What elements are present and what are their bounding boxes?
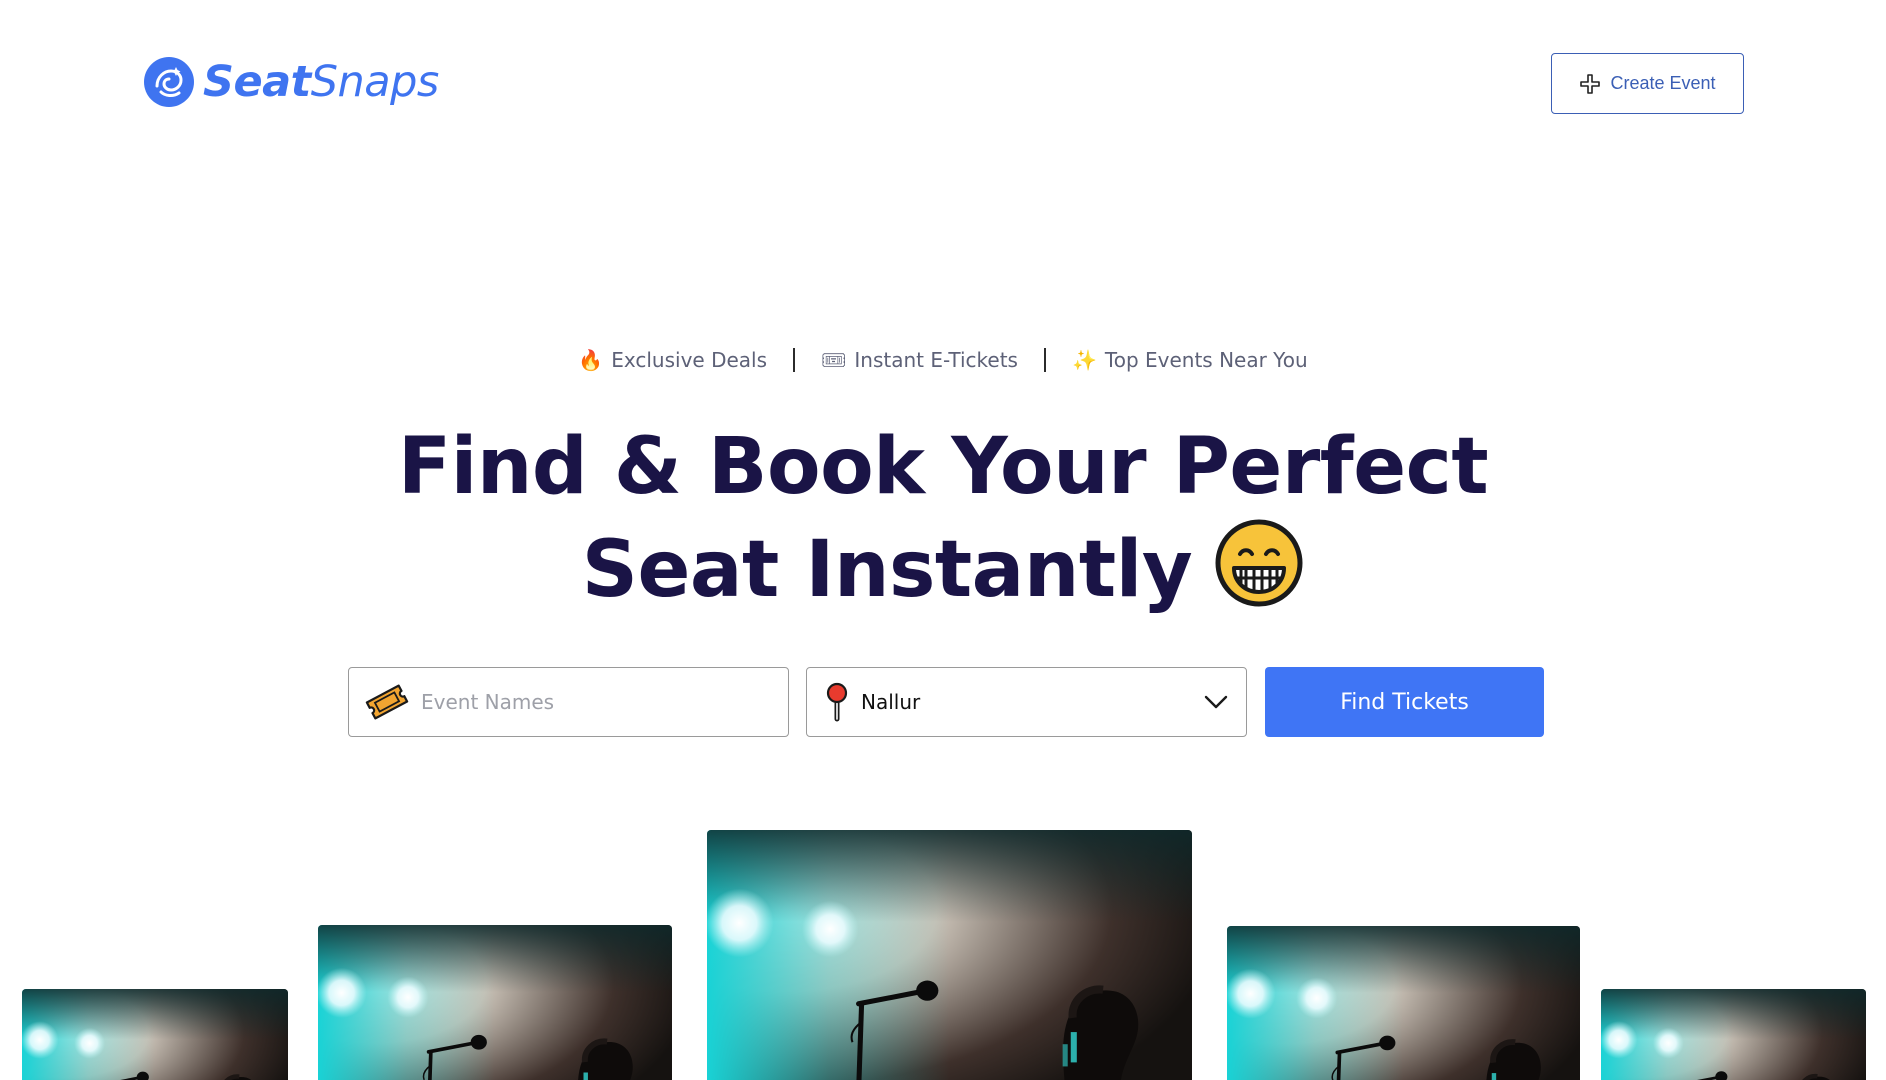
hero-heading-line-2: Seat Instantly <box>581 525 1193 615</box>
plus-icon <box>1580 73 1601 94</box>
event-card-image[interactable] <box>318 925 672 1080</box>
hero-heading-line-1: Find & Book Your Perfect <box>397 422 1489 512</box>
ticket-icon <box>365 684 409 720</box>
event-card-image[interactable] <box>1601 989 1866 1080</box>
ticket-search-form: Nallur Find Tickets <box>348 667 1544 737</box>
event-name-input[interactable] <box>419 689 763 715</box>
concert-image <box>22 989 288 1080</box>
tagline-label: Exclusive Deals <box>611 348 768 372</box>
concert-image <box>318 925 672 1080</box>
tagline-exclusive-deals: 🔥 Exclusive Deals <box>578 348 767 372</box>
brand-name: SeatSnaps <box>203 60 439 104</box>
tagline-instant-tickets: 🎟 Instant E-Tickets <box>821 348 1018 372</box>
round-pushpin-icon <box>826 682 848 722</box>
tagline-label: Instant E-Tickets <box>854 348 1018 372</box>
event-card-image[interactable] <box>1227 926 1580 1080</box>
brand-name-light: Snaps <box>310 56 440 107</box>
brand-logo[interactable]: SeatSnaps <box>143 56 439 108</box>
tagline-divider <box>1043 348 1046 372</box>
concert-image <box>1601 989 1866 1080</box>
create-event-button[interactable]: Create Event <box>1551 53 1744 114</box>
concert-image <box>707 830 1192 1080</box>
hero-heading: Find & Book Your Perfect Seat Instantly <box>0 416 1886 621</box>
feature-tagline: 🔥 Exclusive Deals 🎟 Instant E-Tickets ✨ … <box>0 348 1886 372</box>
tagline-divider <box>793 348 796 372</box>
sparkle-icon: ✨ <box>1071 348 1097 372</box>
fire-icon: 🔥 <box>578 348 604 372</box>
create-event-label: Create Event <box>1610 73 1716 93</box>
brand-name-bold: Seat <box>203 56 311 107</box>
find-tickets-button[interactable]: Find Tickets <box>1265 667 1544 737</box>
event-name-field[interactable] <box>348 667 789 737</box>
tagline-label: Top Events Near You <box>1104 348 1308 372</box>
event-card-image[interactable] <box>22 989 288 1080</box>
chevron-down-icon <box>1204 695 1228 709</box>
location-select[interactable]: Nallur <box>806 667 1247 737</box>
ticket-icon: 🎟 <box>821 348 847 372</box>
tagline-top-events: ✨ Top Events Near You <box>1072 348 1308 372</box>
concert-image <box>1227 926 1580 1080</box>
grinning-face-icon <box>1215 519 1303 607</box>
site-header: SeatSnaps Create Event <box>0 0 1886 160</box>
location-value: Nallur <box>861 690 921 714</box>
logo-mark-icon <box>144 57 194 107</box>
event-card-image-featured[interactable] <box>707 830 1192 1080</box>
